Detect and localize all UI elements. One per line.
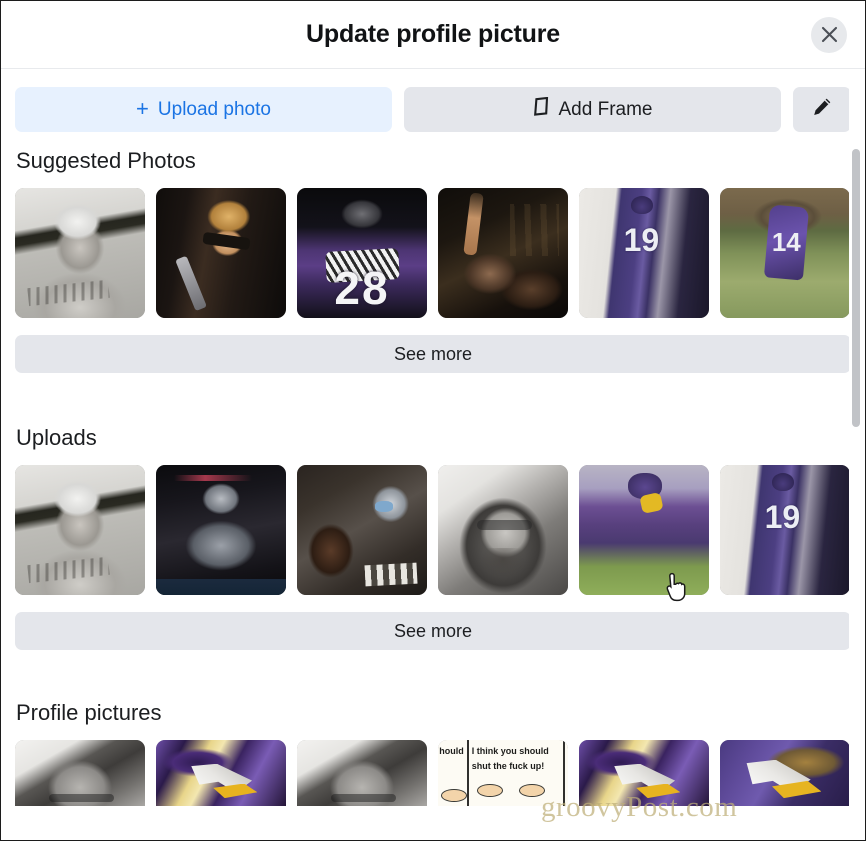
section-uploads: Uploads See more (15, 425, 851, 650)
comic-panel1-text: hould (439, 745, 464, 756)
photo-football-28[interactable] (297, 188, 427, 318)
pencil-icon (811, 96, 833, 124)
photo-drummer[interactable] (438, 188, 568, 318)
close-icon (820, 25, 839, 44)
photo-thielen-19[interactable] (720, 465, 850, 595)
photo-art (15, 188, 145, 318)
photo-art (720, 740, 850, 806)
photo-bw-man-beanie[interactable] (15, 188, 145, 318)
edit-button[interactable] (793, 87, 851, 132)
photo-art (579, 740, 709, 806)
photo-face-crop[interactable] (15, 740, 145, 806)
section-title-suggested-photos: Suggested Photos (16, 148, 196, 173)
plus-icon: + (136, 95, 149, 121)
photo-art (15, 740, 145, 806)
close-button[interactable] (811, 16, 847, 53)
add-frame-button[interactable]: Add Frame (404, 87, 781, 132)
vertical-scrollbar-track[interactable] (849, 71, 863, 839)
section-suggested-photos: Suggested Photos See more (15, 148, 851, 373)
section-title-uploads: Uploads (16, 425, 97, 450)
photo-art (720, 188, 850, 318)
photo-art (438, 188, 568, 318)
photo-art (579, 465, 709, 595)
photo-art (720, 465, 850, 595)
comic-panel2-line1: I think you should (471, 745, 549, 756)
photo-art (15, 465, 145, 595)
see-more-button-uploads[interactable]: See more (15, 612, 851, 650)
photo-kneeling-player[interactable] (579, 465, 709, 595)
upload-photo-button[interactable]: + Upload photo (15, 87, 392, 132)
photo-comic-panel[interactable]: hould I think you should shut the fuck u… (438, 740, 568, 806)
photo-runner-14[interactable] (720, 188, 850, 318)
photo-art (297, 740, 427, 806)
photo-art: hould I think you should shut the fuck u… (438, 740, 568, 806)
page-title: Update profile picture (306, 20, 560, 48)
photo-art (156, 465, 286, 595)
photo-vikings-swirl[interactable] (156, 740, 286, 806)
add-frame-label: Add Frame (558, 98, 653, 120)
section-profile-pictures: Profile pictures hould I think you shoul… (15, 700, 851, 806)
photo-art (297, 188, 427, 318)
action-bar: + Upload photo Add Frame (1, 69, 865, 140)
section-title-profile-pictures: Profile pictures (16, 700, 162, 725)
photo-blond-singer[interactable] (156, 188, 286, 318)
comic-panel2-line2: shut the fuck up! (471, 760, 545, 771)
vertical-scrollbar-thumb[interactable] (852, 149, 860, 427)
scroll-content[interactable]: Suggested Photos See more Uploads (1, 140, 865, 840)
photo-bw-man-beanie[interactable] (15, 465, 145, 595)
photo-face-crop[interactable] (297, 740, 427, 806)
photo-art (156, 188, 286, 318)
frame-icon (533, 96, 550, 122)
thumbnail-row-uploads (15, 465, 851, 595)
photo-vikings-helmet[interactable] (720, 740, 850, 806)
photo-art (438, 465, 568, 595)
photo-vikings-purple[interactable] (579, 740, 709, 806)
photo-mandalorian[interactable] (156, 465, 286, 595)
photo-thielen-19[interactable] (579, 188, 709, 318)
upload-photo-label: Upload photo (157, 98, 271, 120)
thumbnail-row-suggested (15, 188, 851, 318)
thumbnail-row-profile-pictures: hould I think you should shut the fuck u… (15, 740, 851, 806)
photo-art (579, 188, 709, 318)
photo-chess-hall[interactable] (297, 465, 427, 595)
photo-hoodie-selfie[interactable] (438, 465, 568, 595)
dialog-header: Update profile picture (1, 1, 865, 69)
photo-art (156, 740, 286, 806)
see-more-button-suggested[interactable]: See more (15, 335, 851, 373)
update-profile-picture-dialog: Update profile picture + Upload photo Ad… (0, 0, 866, 841)
photo-art (297, 465, 427, 595)
